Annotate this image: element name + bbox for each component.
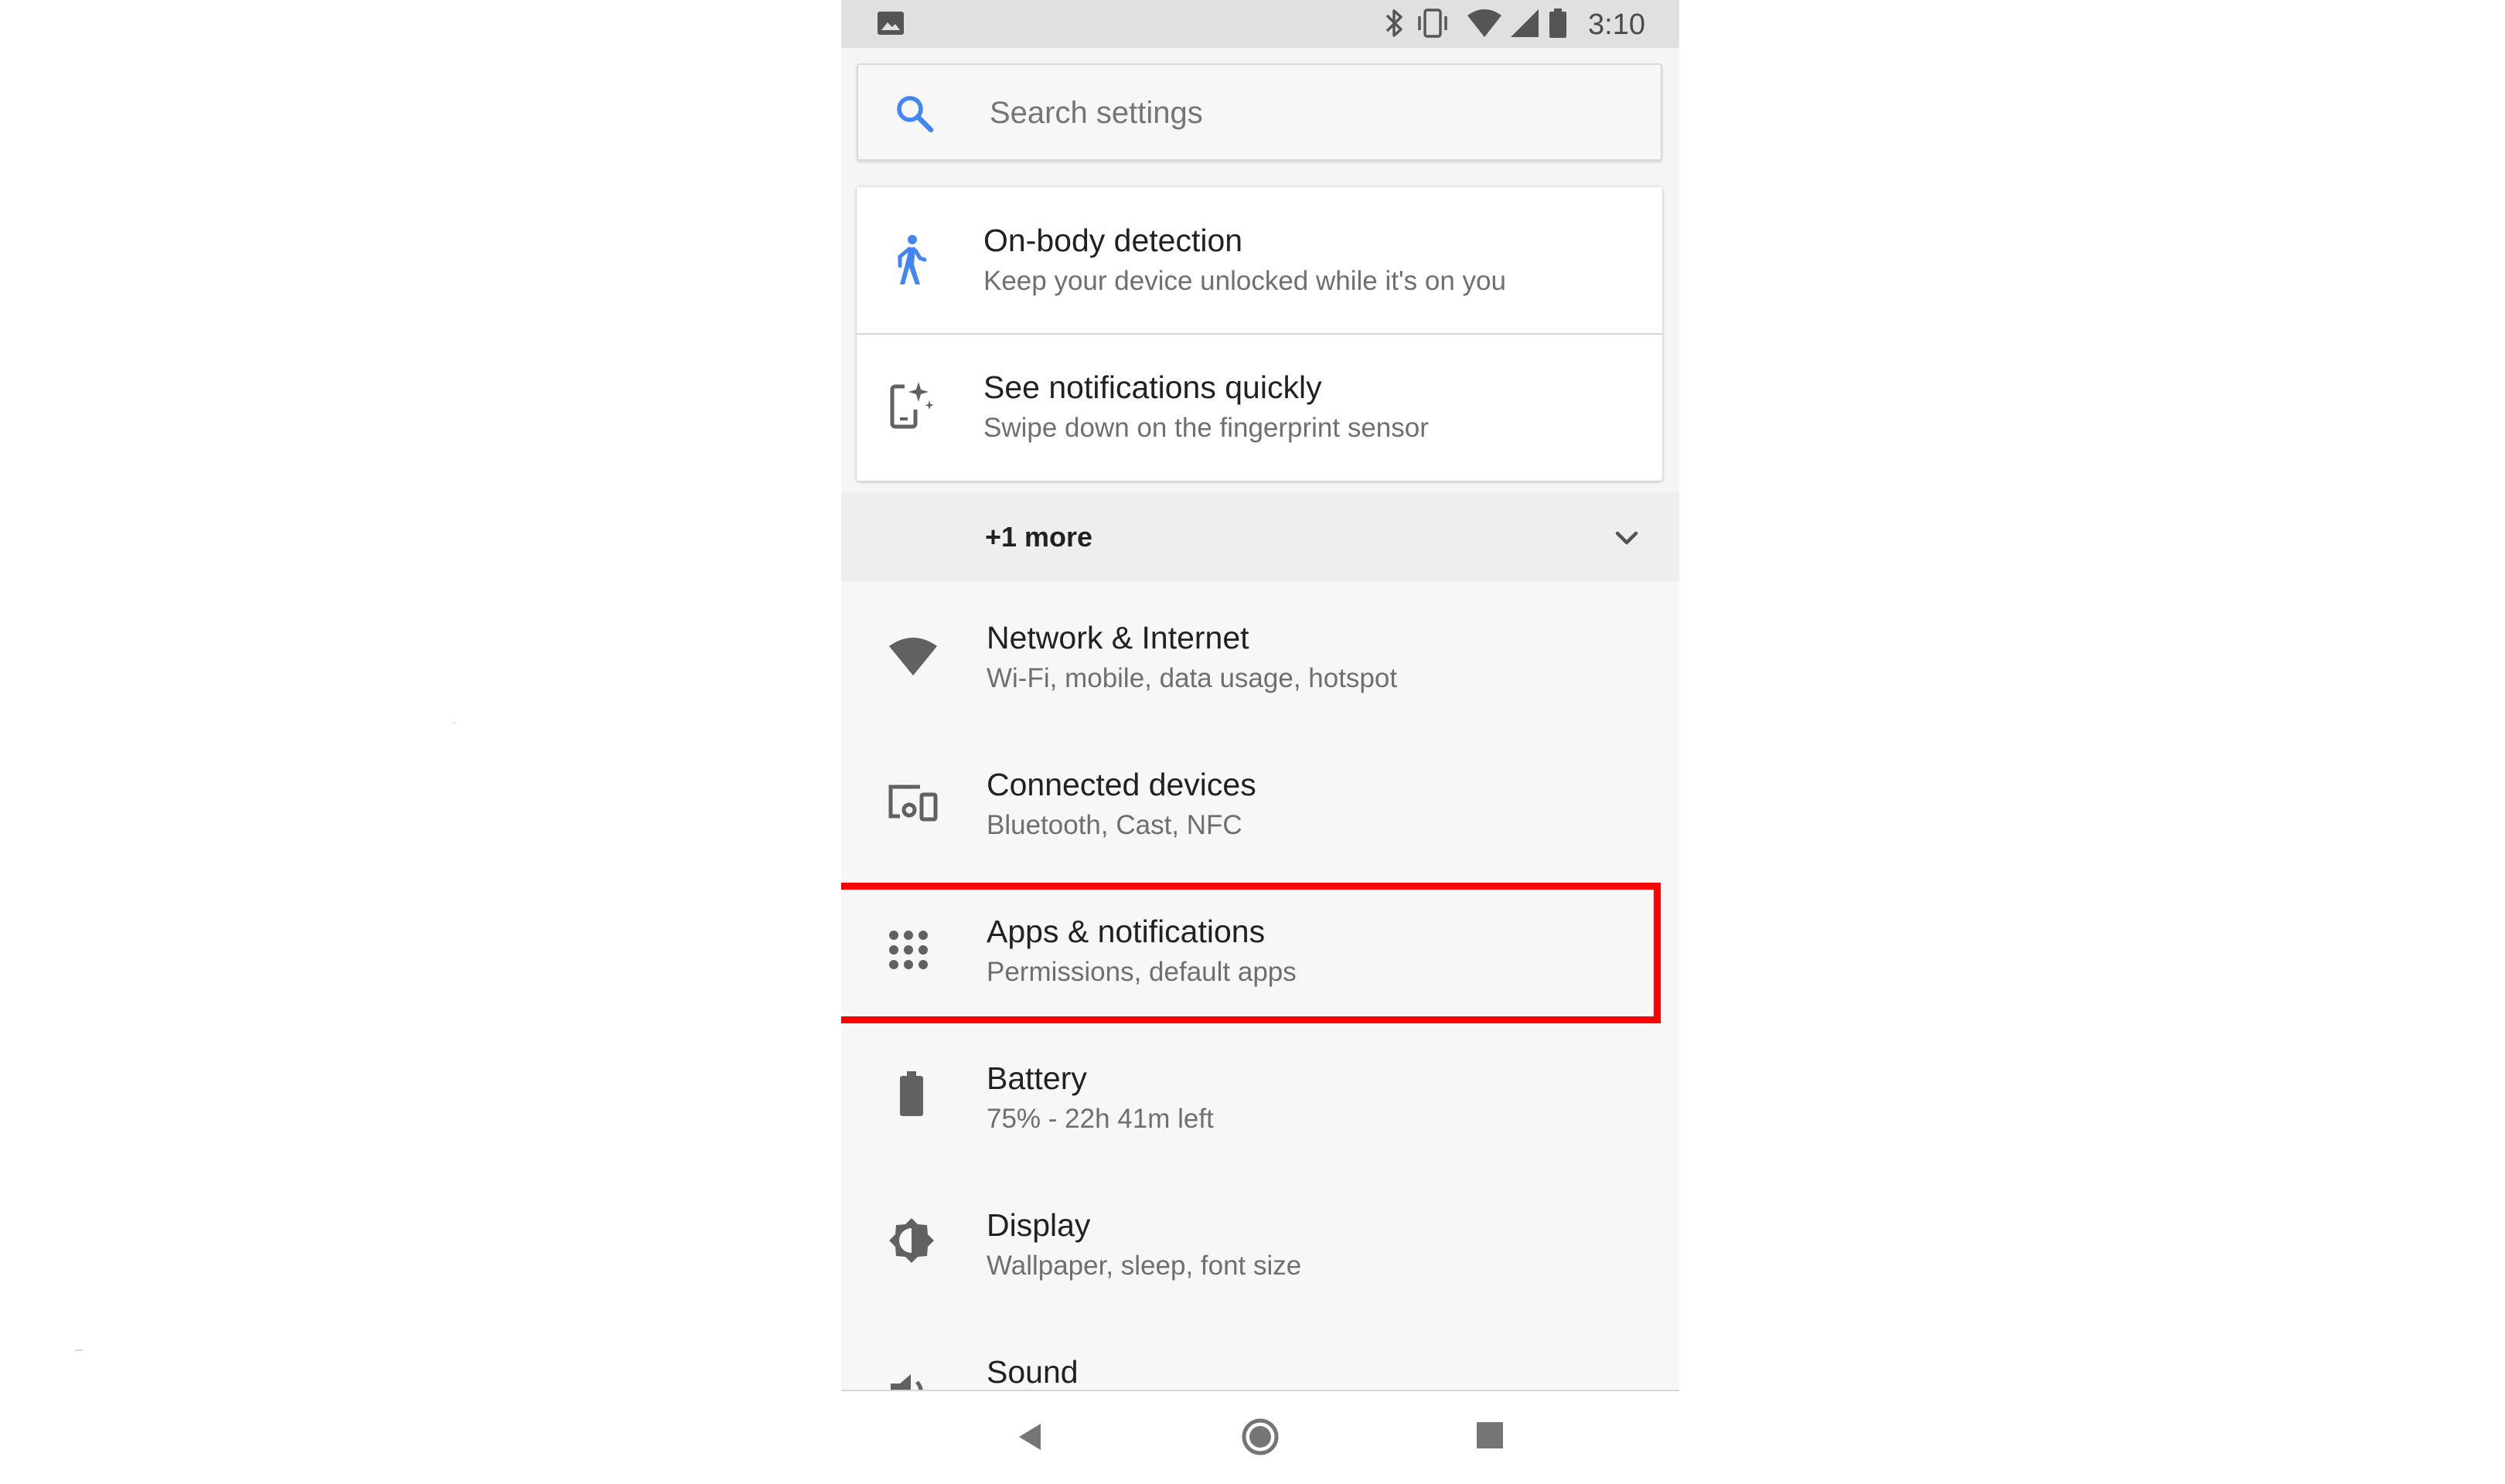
background-speck: [452, 722, 455, 723]
settings-item-subtitle: Bluetooth, Cast, NFC: [987, 810, 1242, 840]
suggestion-title: On-body detection: [983, 223, 1243, 258]
clock: 3:10: [1588, 9, 1645, 41]
phone-screen: 3:10 Search settings On-body detection K…: [841, 0, 1679, 1484]
navigation-bar: [841, 1390, 1679, 1484]
suggestions-card: On-body detection Keep your device unloc…: [857, 187, 1662, 481]
recents-icon[interactable]: [1471, 1418, 1509, 1456]
back-icon[interactable]: [1011, 1418, 1050, 1456]
phone-gesture-icon: [890, 380, 934, 429]
settings-item-subtitle: 75% - 22h 41m left: [987, 1104, 1214, 1134]
battery-icon: [1549, 9, 1566, 38]
suggestion-see-notifications[interactable]: See notifications quickly Swipe down on …: [857, 334, 1662, 481]
settings-item-title: Apps & notifications: [987, 914, 1266, 949]
vibrate-icon: [1418, 9, 1447, 38]
status-bar: 3:10: [841, 0, 1679, 48]
wifi-icon: [889, 638, 937, 676]
battery-icon: [900, 1071, 923, 1116]
apps-grid-icon: [889, 931, 928, 969]
settings-item-title: Sound: [987, 1354, 1079, 1390]
settings-item-title: Battery: [987, 1060, 1087, 1096]
bluetooth-icon: [1385, 9, 1402, 37]
settings-item-network[interactable]: Network & Internet Wi-Fi, mobile, data u…: [841, 581, 1679, 728]
settings-item-subtitle: Wallpaper, sleep, font size: [987, 1251, 1302, 1281]
home-icon[interactable]: [1239, 1418, 1282, 1461]
settings-item-battery[interactable]: Battery 75% - 22h 41m left: [841, 1022, 1679, 1169]
more-label: +1 more: [985, 521, 1093, 553]
search-placeholder: Search settings: [990, 96, 1203, 130]
settings-item-title: Connected devices: [987, 767, 1256, 802]
background-speck: [75, 1350, 83, 1351]
image-icon: [878, 12, 904, 35]
chevron-down-icon: [1615, 531, 1638, 545]
cell-signal-icon: [1511, 9, 1539, 37]
settings-item-connected-devices[interactable]: Connected devices Bluetooth, Cast, NFC: [841, 728, 1679, 875]
suggestion-title: See notifications quickly: [983, 369, 1322, 405]
settings-item-subtitle: Permissions, default apps: [987, 957, 1297, 987]
settings-item-apps-notifications[interactable]: Apps & notifications Permissions, defaul…: [841, 875, 1679, 1022]
settings-item-title: Display: [987, 1207, 1091, 1243]
search-icon: [897, 96, 934, 133]
settings-item-subtitle: Wi-Fi, mobile, data usage, hotspot: [987, 663, 1398, 693]
more-suggestions-toggle[interactable]: +1 more: [841, 492, 1679, 581]
suggestion-subtitle: Keep your device unlocked while it's on …: [983, 266, 1506, 296]
search-bar[interactable]: Search settings: [857, 63, 1662, 161]
suggestion-subtitle: Swipe down on the fingerprint sensor: [983, 413, 1429, 443]
wifi-icon: [1467, 9, 1501, 37]
settings-item-title: Network & Internet: [987, 620, 1249, 655]
devices-icon: [888, 785, 938, 822]
settings-item-display[interactable]: Display Wallpaper, sleep, font size: [841, 1169, 1679, 1316]
brightness-icon: [889, 1218, 934, 1263]
suggestion-on-body-detection[interactable]: On-body detection Keep your device unloc…: [857, 187, 1662, 335]
screenshot-canvas: 3:10 Search settings On-body detection K…: [0, 0, 2505, 1484]
walking-person-icon: [898, 235, 927, 284]
